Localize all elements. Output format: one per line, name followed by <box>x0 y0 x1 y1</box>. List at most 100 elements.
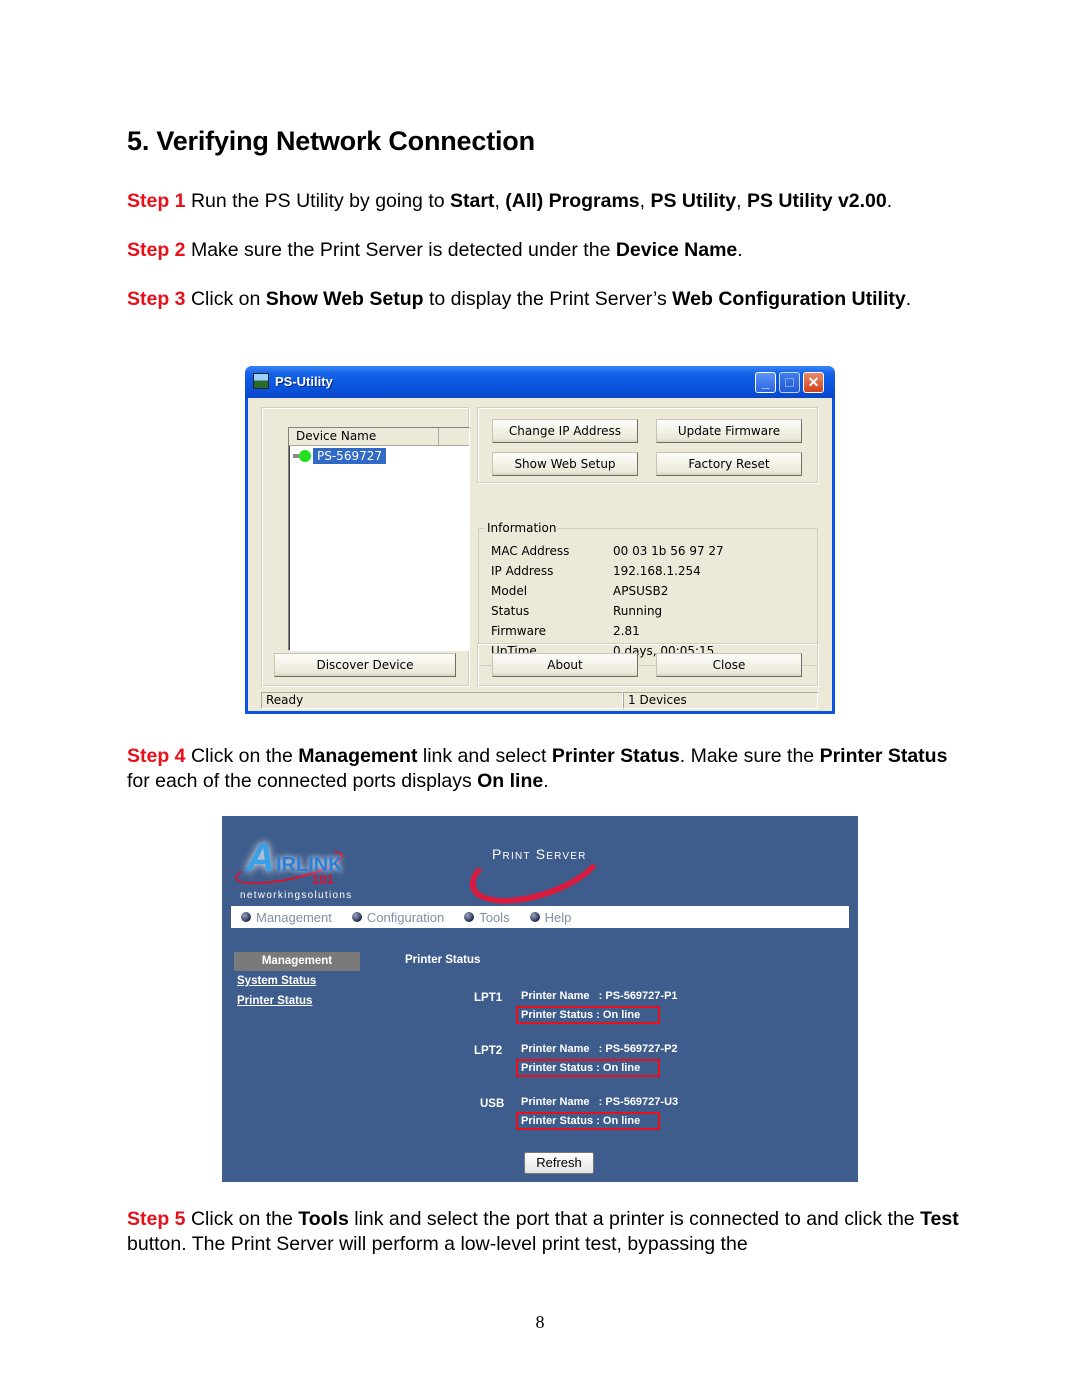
device-name: PS-569727 <box>313 448 386 464</box>
status-text: Ready <box>261 692 623 709</box>
text: Click on the <box>185 1208 299 1230</box>
info-value: Running <box>613 604 663 618</box>
logo-number: 101 <box>312 872 334 887</box>
printer-status-highlight: Printer Status : On line <box>516 1006 660 1024</box>
emphasis: Printer Status <box>819 745 948 767</box>
app-icon <box>253 373 269 389</box>
minimize-button[interactable]: _ <box>755 372 776 393</box>
nav-tools[interactable]: Tools <box>464 910 510 925</box>
nav-management[interactable]: Management <box>241 910 332 925</box>
section-title: Printer Status <box>405 954 481 966</box>
nav-configuration[interactable]: Configuration <box>351 909 445 925</box>
list-header: Device Name <box>289 428 469 446</box>
text: link and select the port that a printer … <box>348 1208 921 1230</box>
step-label: Step 5 <box>127 1208 186 1230</box>
discover-device-button[interactable]: Discover Device <box>274 653 456 677</box>
info-value: 192.168.1.254 <box>613 564 701 578</box>
step-5-paragraph: Step 5 Click on the Tools link and selec… <box>127 1207 967 1257</box>
emphasis: (All) Programs <box>505 190 640 212</box>
device-list[interactable]: Device Name PS-569727 <box>288 427 470 651</box>
emphasis: Web Configuration Utility <box>672 288 906 310</box>
maximize-button[interactable]: □ <box>779 372 800 393</box>
text: to display the Print Server’s <box>423 288 673 310</box>
nav-help[interactable]: Help <box>529 909 572 925</box>
info-key: Firmware <box>491 624 546 638</box>
text: button. The Print Server will perform a … <box>127 1233 748 1255</box>
port-label: LPT2 <box>474 1045 503 1057</box>
bullet-icon <box>529 912 540 922</box>
step-label: Step 3 <box>127 288 186 310</box>
show-web-setup-button[interactable]: Show Web Setup <box>492 452 638 476</box>
logo-tagline: networkingsolutions <box>240 890 353 901</box>
ps-utility-window: PS-Utility _ □ ✕ Device Name PS-569727 D… <box>245 366 835 714</box>
step-3-paragraph: Step 3 Click on Show Web Setup to displa… <box>127 287 917 312</box>
info-row-model: Model APSUSB2 <box>491 584 668 598</box>
device-panel: Device Name PS-569727 Discover Device <box>261 407 470 686</box>
info-row-firmware: Firmware 2.81 <box>491 624 640 638</box>
text: . Make sure the <box>679 745 820 767</box>
title-bar[interactable]: PS-Utility _ □ ✕ <box>245 366 835 398</box>
text: Click on the <box>185 745 299 767</box>
info-value: 2.81 <box>613 624 640 638</box>
nav-label: Management <box>256 909 332 925</box>
step-label: Step 1 <box>127 190 186 212</box>
emphasis: Start <box>450 190 495 212</box>
text: , <box>639 190 651 212</box>
product-title: Print Server <box>492 846 587 862</box>
step-label: Step 4 <box>127 745 186 767</box>
emphasis: PS Utility <box>650 190 737 212</box>
printer-name: Printer Name : PS-569727-U3 <box>521 1096 679 1108</box>
printer-status-highlight: Printer Status : On line <box>516 1059 660 1077</box>
info-key: Status <box>491 604 530 618</box>
window-client-area: Device Name PS-569727 Discover Device Ch… <box>248 398 832 711</box>
text: . <box>905 288 912 310</box>
update-firmware-button[interactable]: Update Firmware <box>656 419 802 443</box>
nav-label: Configuration <box>366 909 445 925</box>
factory-reset-button[interactable]: Factory Reset <box>656 452 802 476</box>
port-label: LPT1 <box>474 992 503 1004</box>
text: link and select <box>417 745 552 767</box>
close-window-button[interactable]: ✕ <box>803 372 824 393</box>
nav-label: Help <box>544 909 572 925</box>
text: , <box>736 190 747 212</box>
sidebar-link-printer-status[interactable]: Printer Status <box>237 995 312 1007</box>
sidebar-link-system-status[interactable]: System Status <box>237 975 316 987</box>
change-ip-address-button[interactable]: Change IP Address <box>492 419 638 443</box>
emphasis: On line <box>477 770 544 792</box>
emphasis: Printer Status <box>551 745 680 767</box>
refresh-button[interactable]: Refresh <box>524 1152 594 1174</box>
section-heading: 5. Verifying Network Connection <box>127 126 535 156</box>
text: Run the PS Utility by going to <box>185 190 450 212</box>
close-button[interactable]: Close <box>656 653 802 677</box>
emphasis: Test <box>920 1208 959 1230</box>
status-bar: Ready 1 Devices <box>261 692 818 709</box>
info-value: APSUSB2 <box>613 584 669 598</box>
emphasis: Show Web Setup <box>265 288 424 310</box>
step-4-paragraph: Step 4 Click on the Management link and … <box>127 744 967 794</box>
window-title: PS-Utility <box>275 374 333 389</box>
nav-bar: Management Configuration Tools Help <box>231 906 849 928</box>
bullet-icon <box>351 912 362 922</box>
printer-name: Printer Name : PS-569727-P1 <box>521 990 678 1002</box>
emphasis: Device Name <box>615 239 738 261</box>
column-device-name[interactable]: Device Name <box>289 428 439 445</box>
step-1-paragraph: Step 1 Run the PS Utility by going to St… <box>127 189 967 214</box>
web-config-screenshot: A IRLINK 101 networkingsolutions Print S… <box>222 815 858 1182</box>
logo-letter: A <box>246 836 275 880</box>
text: for each of the connected ports displays <box>127 770 478 792</box>
actions-panel: Change IP Address Update Firmware Show W… <box>477 407 818 483</box>
info-key: IP Address <box>491 564 554 578</box>
device-list-item[interactable]: PS-569727 <box>293 448 386 464</box>
text: Click on <box>185 288 266 310</box>
bullet-icon <box>464 912 475 922</box>
bottom-actions-panel: About Close <box>477 643 818 686</box>
text: . <box>543 770 549 792</box>
bullet-icon <box>241 912 251 922</box>
step-2-paragraph: Step 2 Make sure the Print Server is det… <box>127 238 967 263</box>
text: . <box>737 239 743 261</box>
info-row-mac: MAC Address 00 03 1b 56 97 27 <box>491 544 724 558</box>
text: Make sure the Print Server is detected u… <box>185 239 616 261</box>
about-button[interactable]: About <box>492 653 638 677</box>
text: . <box>886 190 893 212</box>
emphasis: Tools <box>298 1208 349 1230</box>
